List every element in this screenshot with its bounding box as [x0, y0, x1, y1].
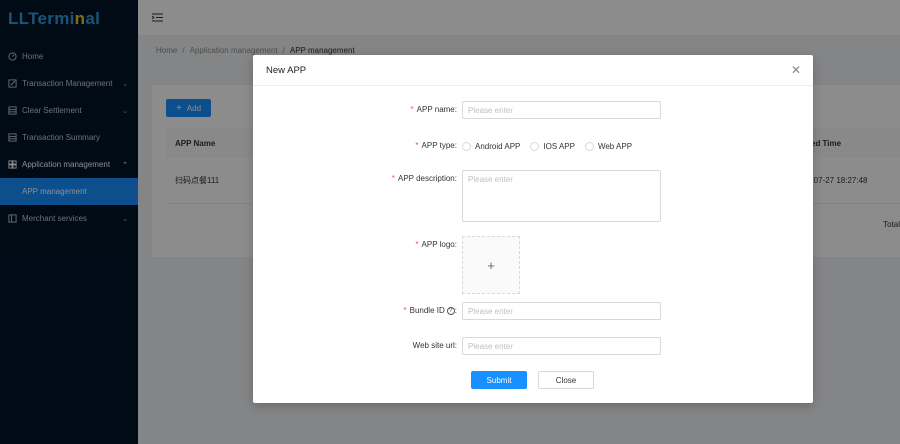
radio-circle: [462, 141, 471, 151]
logo-label: * APP logo:: [415, 240, 457, 249]
radio-circle: [530, 141, 540, 151]
bundle-label-text: Bundle ID: [409, 306, 445, 315]
bundle-placeholder: Please enter: [468, 306, 513, 316]
app-type-radio-group: Android APP IOS APP Web APP: [462, 137, 642, 155]
app-type-label-text: APP type: [421, 141, 455, 150]
description-label: * APP description:: [391, 174, 457, 183]
close-button[interactable]: Close: [538, 371, 594, 389]
logo-label-text: APP logo: [421, 240, 455, 249]
modal-header: New APP ✕: [253, 55, 813, 86]
bundle-id-input[interactable]: Please enter: [462, 302, 661, 320]
form-row-website: Web site url: Please enter: [253, 337, 813, 355]
close-label: Close: [555, 375, 577, 385]
form-row-logo: * APP logo: +: [253, 236, 813, 294]
radio-circle: [584, 141, 594, 151]
website-label: Web site url:: [412, 341, 457, 350]
logo-upload[interactable]: +: [462, 236, 520, 294]
app-name-placeholder: Please enter: [468, 105, 513, 115]
app-name-input[interactable]: Please enter: [462, 101, 661, 119]
app-name-label-text: APP name: [416, 105, 455, 114]
required-mark: *: [415, 240, 419, 249]
required-mark: *: [403, 306, 407, 315]
description-textarea[interactable]: Please enter: [462, 170, 661, 222]
required-mark: *: [410, 105, 414, 114]
required-mark: *: [391, 174, 395, 183]
plus-icon: +: [487, 257, 495, 273]
radio-label: Android APP: [475, 141, 521, 151]
form-row-bundle-id: * Bundle ID?: Please enter: [253, 302, 813, 320]
required-mark: *: [415, 141, 419, 150]
app-name-label: * APP name:: [410, 105, 457, 114]
form-row-description: * APP description: Please enter: [253, 170, 813, 222]
website-label-text: Web site url: [412, 341, 455, 350]
close-icon[interactable]: ✕: [791, 64, 801, 76]
website-placeholder: Please enter: [468, 341, 513, 351]
radio-android-app[interactable]: Android APP: [462, 141, 521, 151]
description-label-text: APP description: [397, 174, 455, 183]
submit-label: Submit: [486, 375, 512, 385]
bundle-label: * Bundle ID?:: [403, 306, 458, 315]
new-app-modal: New APP ✕ * APP name: Please enter * APP t…: [253, 55, 813, 403]
app-type-label: * APP type:: [415, 141, 457, 150]
submit-button[interactable]: Submit: [471, 371, 527, 389]
form-row-app-name: * APP name: Please enter: [253, 101, 813, 119]
website-input[interactable]: Please enter: [462, 337, 661, 355]
radio-ios-app[interactable]: IOS APP: [530, 141, 575, 151]
question-circle-icon[interactable]: ?: [446, 306, 455, 315]
form-row-app-type: * APP type: Android APP IOS APP Web APP: [253, 137, 813, 155]
radio-label: IOS APP: [543, 141, 575, 151]
description-placeholder: Please enter: [468, 175, 513, 184]
radio-label: Web APP: [597, 141, 633, 151]
modal-title: New APP: [266, 64, 307, 76]
radio-web-app[interactable]: Web APP: [584, 141, 633, 151]
